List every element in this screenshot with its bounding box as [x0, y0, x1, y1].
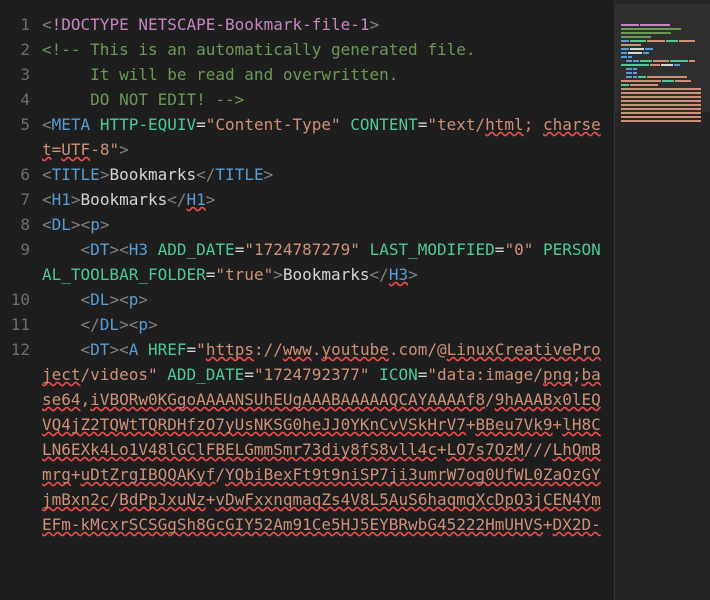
line-number-gutter: 12345.6789.101112........: [0, 0, 38, 600]
code-line[interactable]: <H1>Bookmarks</H1>: [42, 187, 605, 212]
line-number: 4: [0, 87, 30, 112]
code-area[interactable]: <!DOCTYPE NETSCAPE-Bookmark-file-1><!-- …: [38, 0, 605, 600]
line-number: 10: [0, 287, 30, 312]
code-line[interactable]: It will be read and overwritten.: [42, 62, 605, 87]
code-line[interactable]: DO NOT EDIT! -->: [42, 87, 605, 112]
line-number: 9: [0, 237, 30, 262]
line-number: 5: [0, 112, 30, 137]
line-number: 2: [0, 37, 30, 62]
code-line[interactable]: </DL><p>: [42, 312, 605, 337]
code-line[interactable]: <DT><A HREF="https://www.youtube.com/@Li…: [42, 337, 605, 537]
code-line[interactable]: <!DOCTYPE NETSCAPE-Bookmark-file-1>: [42, 12, 605, 37]
code-line[interactable]: <!-- This is an automatically generated …: [42, 37, 605, 62]
code-line[interactable]: <DL><p>: [42, 212, 605, 237]
code-line[interactable]: <TITLE>Bookmarks</TITLE>: [42, 162, 605, 187]
line-number: 8: [0, 212, 30, 237]
code-line[interactable]: <META HTTP-EQUIV="Content-Type" CONTENT=…: [42, 112, 605, 162]
minimap[interactable]: [614, 0, 710, 600]
code-editor[interactable]: 12345.6789.101112........ <!DOCTYPE NETS…: [0, 0, 605, 600]
line-number: 7: [0, 187, 30, 212]
line-number: 12: [0, 337, 30, 362]
code-line[interactable]: <DT><H3 ADD_DATE="1724787279" LAST_MODIF…: [42, 237, 605, 287]
line-number: 6: [0, 162, 30, 187]
line-number: 11: [0, 312, 30, 337]
code-line[interactable]: <DL><p>: [42, 287, 605, 312]
line-number: 3: [0, 62, 30, 87]
line-number: 1: [0, 12, 30, 37]
